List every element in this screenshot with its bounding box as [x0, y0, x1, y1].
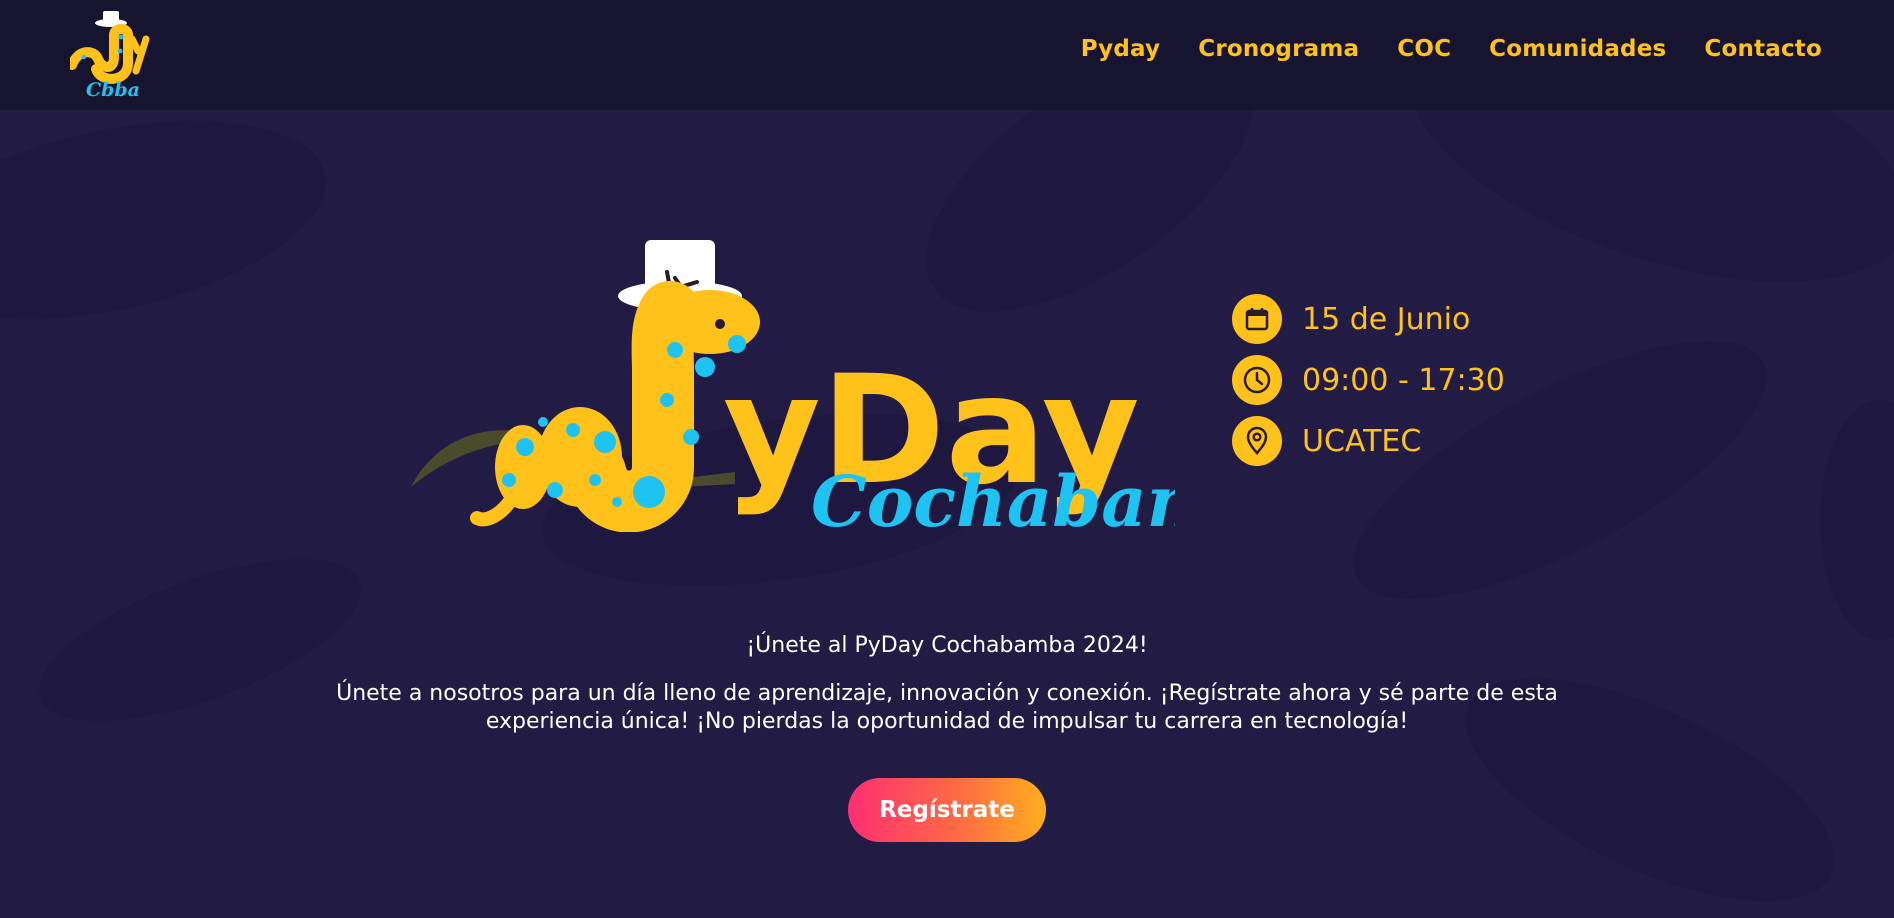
register-button[interactable]: Regístrate [848, 778, 1046, 842]
nav-link-comunidades[interactable]: Comunidades [1489, 36, 1666, 62]
hero-description: Únete a nosotros para un día lleno de ap… [336, 681, 1558, 734]
nav-link-coc[interactable]: COC [1397, 36, 1451, 62]
pyday-cbba-logo[interactable]: Cbba [70, 5, 156, 99]
site-header: Cbba Pyday Cronograma COC Comunidades Co… [0, 0, 1894, 110]
clock-icon [1232, 355, 1282, 405]
event-time-text: 09:00 - 17:30 [1302, 362, 1505, 398]
hero-heading: ¡Únete al PyDay Cochabamba 2024! [746, 633, 1148, 658]
nav-link-contacto[interactable]: Contacto [1704, 36, 1822, 62]
hero-logo-subtitle: Cochabamba [811, 460, 1175, 532]
location-pin-icon [1232, 416, 1282, 466]
event-time: 09:00 - 17:30 [1232, 355, 1505, 405]
event-location-text: UCATEC [1302, 423, 1422, 459]
nav-link-pyday[interactable]: Pyday [1081, 36, 1161, 62]
hero-content: ¡Únete al PyDay Cochabamba 2024! Únete a… [0, 628, 1894, 736]
calendar-icon [1232, 294, 1282, 344]
event-date: 15 de Junio [1232, 294, 1505, 344]
nav-link-cronograma[interactable]: Cronograma [1198, 36, 1359, 62]
logo-text: Cbba [86, 79, 140, 99]
event-location: UCATEC [1232, 416, 1505, 466]
event-info: 15 de Junio 09:00 - 17:30 UCATEC [1232, 294, 1505, 477]
pyday-cochabamba-hero-logo: yDay Cochabamba [411, 240, 1175, 532]
main-nav: Pyday Cronograma COC Comunidades Contact… [1081, 36, 1822, 62]
event-date-text: 15 de Junio [1302, 301, 1471, 337]
